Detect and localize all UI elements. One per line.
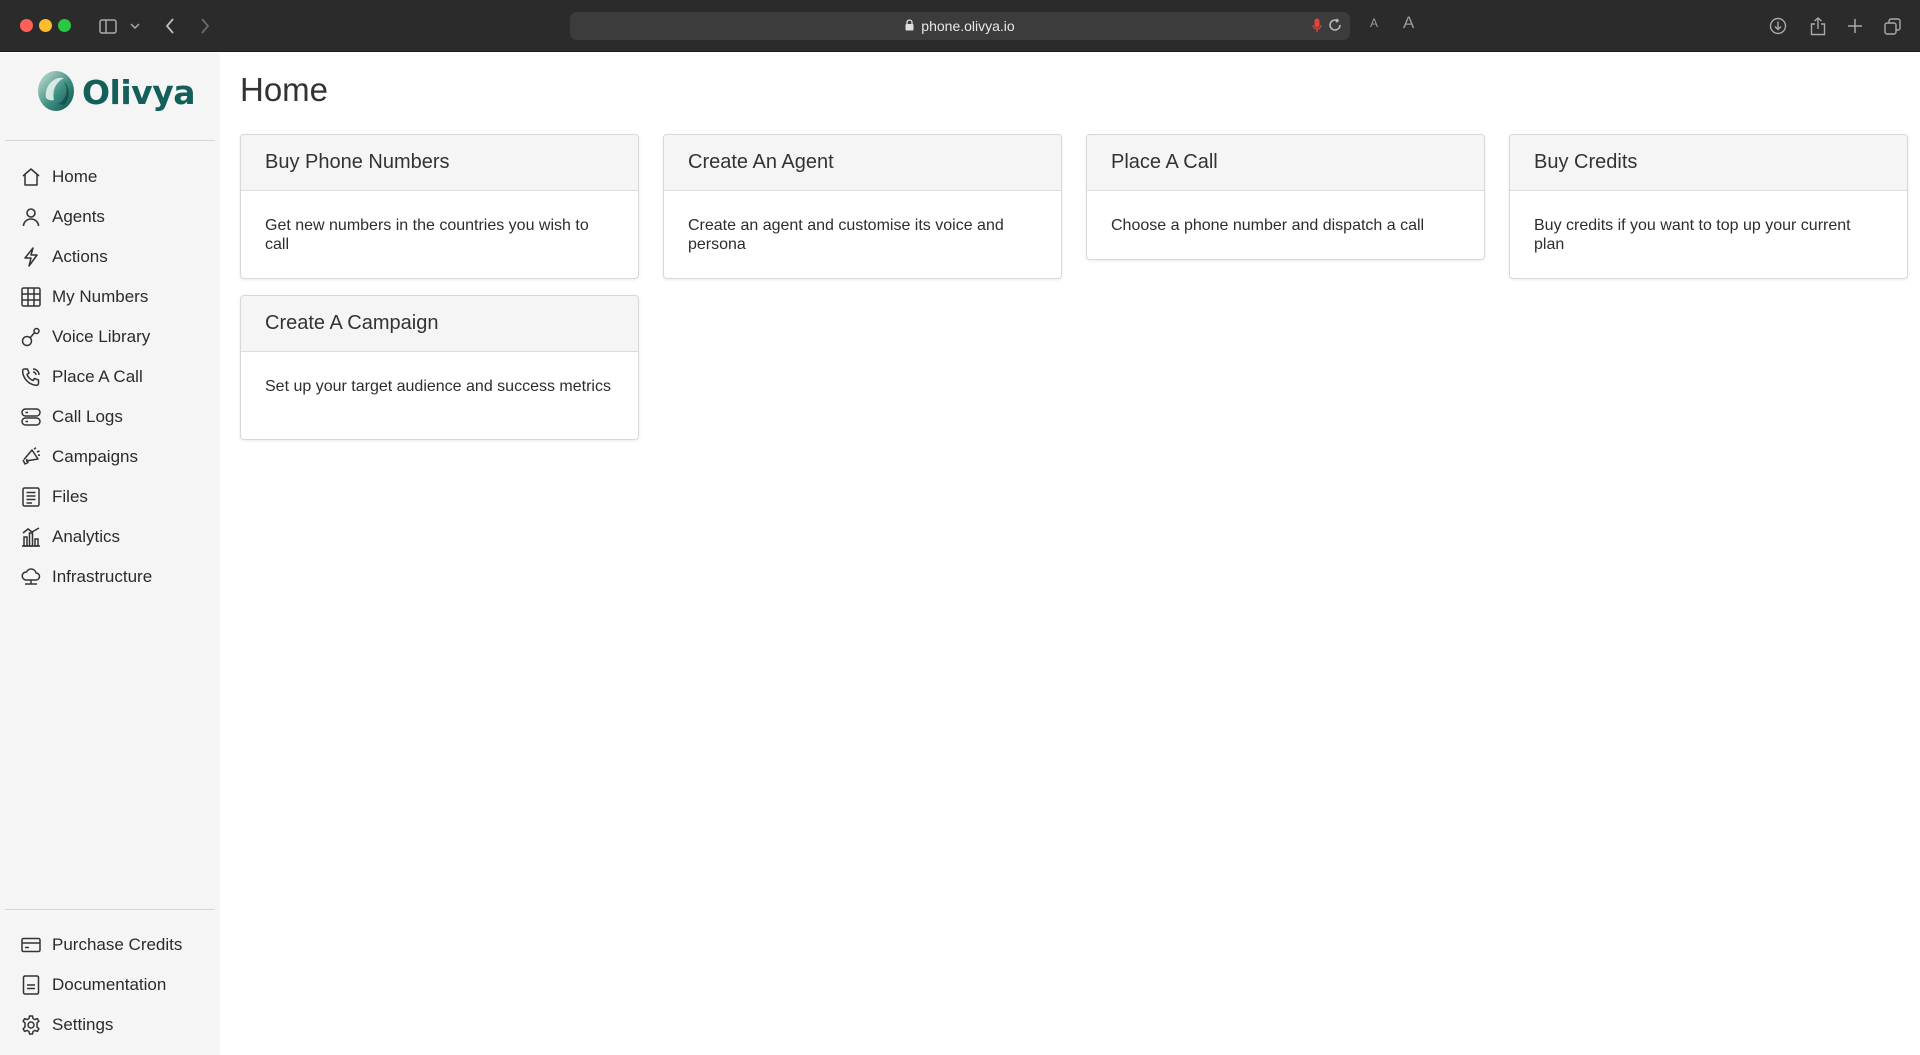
sidebar-divider <box>5 140 215 141</box>
tab-overview-icon[interactable] <box>1882 12 1902 40</box>
sidebar-item-label: Documentation <box>52 975 167 994</box>
chevron-down-icon[interactable] <box>128 12 142 40</box>
card-title: Buy Phone Numbers <box>241 135 638 191</box>
card-title: Create A Campaign <box>241 296 638 352</box>
sidebar-nav: Home Agents Actions My Numbers Voice Lib… <box>0 157 220 597</box>
card-buy-credits[interactable]: Buy Credits Buy credits if you want to t… <box>1509 134 1908 279</box>
brand-logo[interactable]: Olivya <box>36 69 195 115</box>
cloud-icon <box>20 566 42 588</box>
sidebar-item-label: Actions <box>52 247 108 266</box>
file-icon <box>20 486 42 508</box>
sidebar-item-label: Settings <box>52 1015 114 1034</box>
card-title: Place A Call <box>1087 135 1484 191</box>
card-title: Buy Credits <box>1510 135 1907 191</box>
page-title: Home <box>240 71 329 108</box>
sidebar-item-files[interactable]: Files <box>0 477 220 517</box>
card-title: Create An Agent <box>664 135 1061 191</box>
reload-icon[interactable] <box>1328 18 1342 35</box>
sidebar-item-label: Analytics <box>52 527 121 546</box>
sidebar-item-label: Campaigns <box>52 447 138 466</box>
server-icon <box>20 406 42 428</box>
decrease-font-button[interactable]: A <box>1370 16 1378 30</box>
megaphone-icon <box>20 446 42 468</box>
increase-font-button[interactable]: A <box>1403 13 1414 33</box>
minimize-window-button[interactable] <box>39 19 52 32</box>
person-icon <box>20 206 42 228</box>
sidebar-item-my-numbers[interactable]: My Numbers <box>0 277 220 317</box>
browser-toolbar: phone.olivya.io A A <box>0 0 1920 52</box>
sidebar-item-label: My Numbers <box>52 287 149 306</box>
card-description: Set up your target audience and success … <box>265 378 611 395</box>
olivya-logo-icon <box>36 68 76 117</box>
credit-card-icon <box>20 934 42 956</box>
card-create-a-campaign[interactable]: Create A Campaign Set up your target aud… <box>240 295 639 440</box>
card-create-an-agent[interactable]: Create An Agent Create an agent and cust… <box>663 134 1062 279</box>
document-icon <box>20 974 42 996</box>
close-window-button[interactable] <box>20 19 33 32</box>
sidebar-item-voice-library[interactable]: Voice Library <box>0 317 220 357</box>
card-description: Buy credits if you want to top up your c… <box>1534 217 1851 253</box>
sidebar-item-documentation[interactable]: Documentation <box>0 965 220 1005</box>
sidebar-item-label: Place A Call <box>52 367 143 386</box>
sidebar-item-label: Files <box>52 487 88 506</box>
download-icon[interactable] <box>1768 12 1788 40</box>
lock-icon <box>905 18 914 34</box>
sidebar-item-purchase-credits[interactable]: Purchase Credits <box>0 925 220 965</box>
sidebar-item-campaigns[interactable]: Campaigns <box>0 437 220 477</box>
address-bar[interactable]: phone.olivya.io <box>570 12 1350 40</box>
sidebar-item-actions[interactable]: Actions <box>0 237 220 277</box>
sidebar-item-label: Call Logs <box>52 407 123 426</box>
card-place-a-call[interactable]: Place A Call Choose a phone number and d… <box>1086 134 1485 260</box>
sidebar: Olivya Home Agents Actions My Numbers Vo… <box>0 53 220 1055</box>
sidebar-item-home[interactable]: Home <box>0 157 220 197</box>
sidebar-divider <box>5 909 215 910</box>
sidebar-item-label: Purchase Credits <box>52 935 183 954</box>
sidebar-item-label: Home <box>52 167 98 186</box>
brand-name: Olivya <box>82 72 195 112</box>
card-description: Create an agent and customise its voice … <box>688 217 1004 253</box>
grid-icon <box>20 286 42 308</box>
card-description: Get new numbers in the countries you wis… <box>265 217 589 253</box>
sidebar-item-label: Agents <box>52 207 105 226</box>
card-buy-phone-numbers[interactable]: Buy Phone Numbers Get new numbers in the… <box>240 134 639 279</box>
phone-ringing-icon <box>20 366 42 388</box>
sidebar-item-settings[interactable]: Settings <box>0 1005 220 1045</box>
sidebar-item-analytics[interactable]: Analytics <box>0 517 220 557</box>
back-arrow-icon[interactable] <box>160 12 180 40</box>
sidebar-item-call-logs[interactable]: Call Logs <box>0 397 220 437</box>
new-tab-icon[interactable] <box>1845 12 1865 40</box>
sidebar-bottom-nav: Purchase Credits Documentation Settings <box>0 925 220 1045</box>
sidebar-item-label: Voice Library <box>52 327 151 346</box>
sidebar-item-label: Infrastructure <box>52 567 153 586</box>
card-description: Choose a phone number and dispatch a cal… <box>1111 217 1425 234</box>
url-text: phone.olivya.io <box>921 18 1015 34</box>
voice-icon <box>20 326 42 348</box>
sidebar-toggle-icon[interactable] <box>97 12 119 40</box>
sidebar-item-agents[interactable]: Agents <box>0 197 220 237</box>
zoom-window-button[interactable] <box>58 19 71 32</box>
main-content: Home Buy Phone Numbers Get new numbers i… <box>220 53 1920 1055</box>
bar-chart-icon <box>20 526 42 548</box>
share-icon[interactable] <box>1808 12 1828 40</box>
sidebar-item-place-a-call[interactable]: Place A Call <box>0 357 220 397</box>
microphone-icon[interactable] <box>1312 18 1322 36</box>
home-icon <box>20 166 42 188</box>
forward-arrow-icon[interactable] <box>195 12 215 40</box>
lightning-icon <box>20 246 42 268</box>
sidebar-item-infrastructure[interactable]: Infrastructure <box>0 557 220 597</box>
gear-icon <box>20 1014 42 1036</box>
